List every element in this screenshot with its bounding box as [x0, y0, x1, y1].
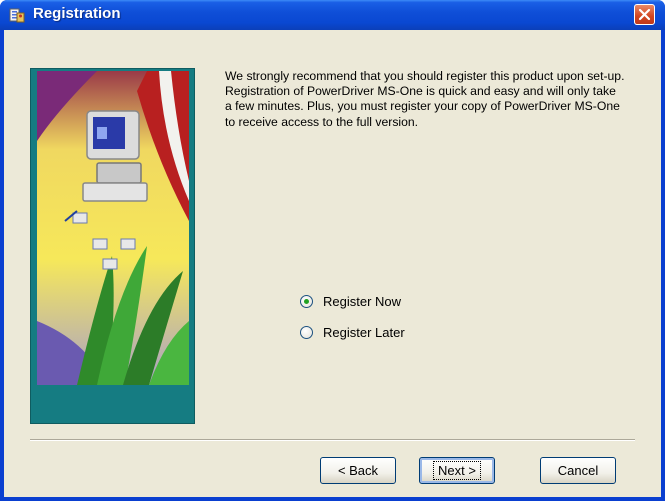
- register-now-label: Register Now: [323, 293, 402, 309]
- title-bar[interactable]: Registration: [0, 0, 665, 30]
- registration-window: Registration We strongly recommend that …: [0, 0, 665, 501]
- intro-text: We strongly recommend that you should re…: [225, 69, 625, 129]
- window-title: Registration: [33, 5, 121, 22]
- next-button-label: Next >: [433, 461, 481, 480]
- next-button[interactable]: Next >: [419, 457, 495, 484]
- wizard-side-panel: [30, 68, 195, 424]
- close-icon: [638, 8, 651, 21]
- button-separator: [30, 439, 635, 441]
- register-later-label: Register Later: [323, 324, 405, 340]
- back-button-label: < Back: [337, 463, 379, 478]
- registration-app-icon: [9, 8, 25, 23]
- cancel-button-label: Cancel: [557, 463, 599, 478]
- dialog-body: We strongly recommend that you should re…: [4, 30, 661, 497]
- register-later-option[interactable]: Register Later: [300, 324, 405, 340]
- register-later-radio[interactable]: [300, 325, 313, 339]
- register-now-radio[interactable]: [300, 294, 313, 308]
- computer-illustration-icon: [37, 71, 189, 385]
- cancel-button[interactable]: Cancel: [540, 457, 616, 484]
- close-button[interactable]: [634, 4, 655, 25]
- back-button[interactable]: < Back: [320, 457, 396, 484]
- register-now-option[interactable]: Register Now: [300, 293, 401, 309]
